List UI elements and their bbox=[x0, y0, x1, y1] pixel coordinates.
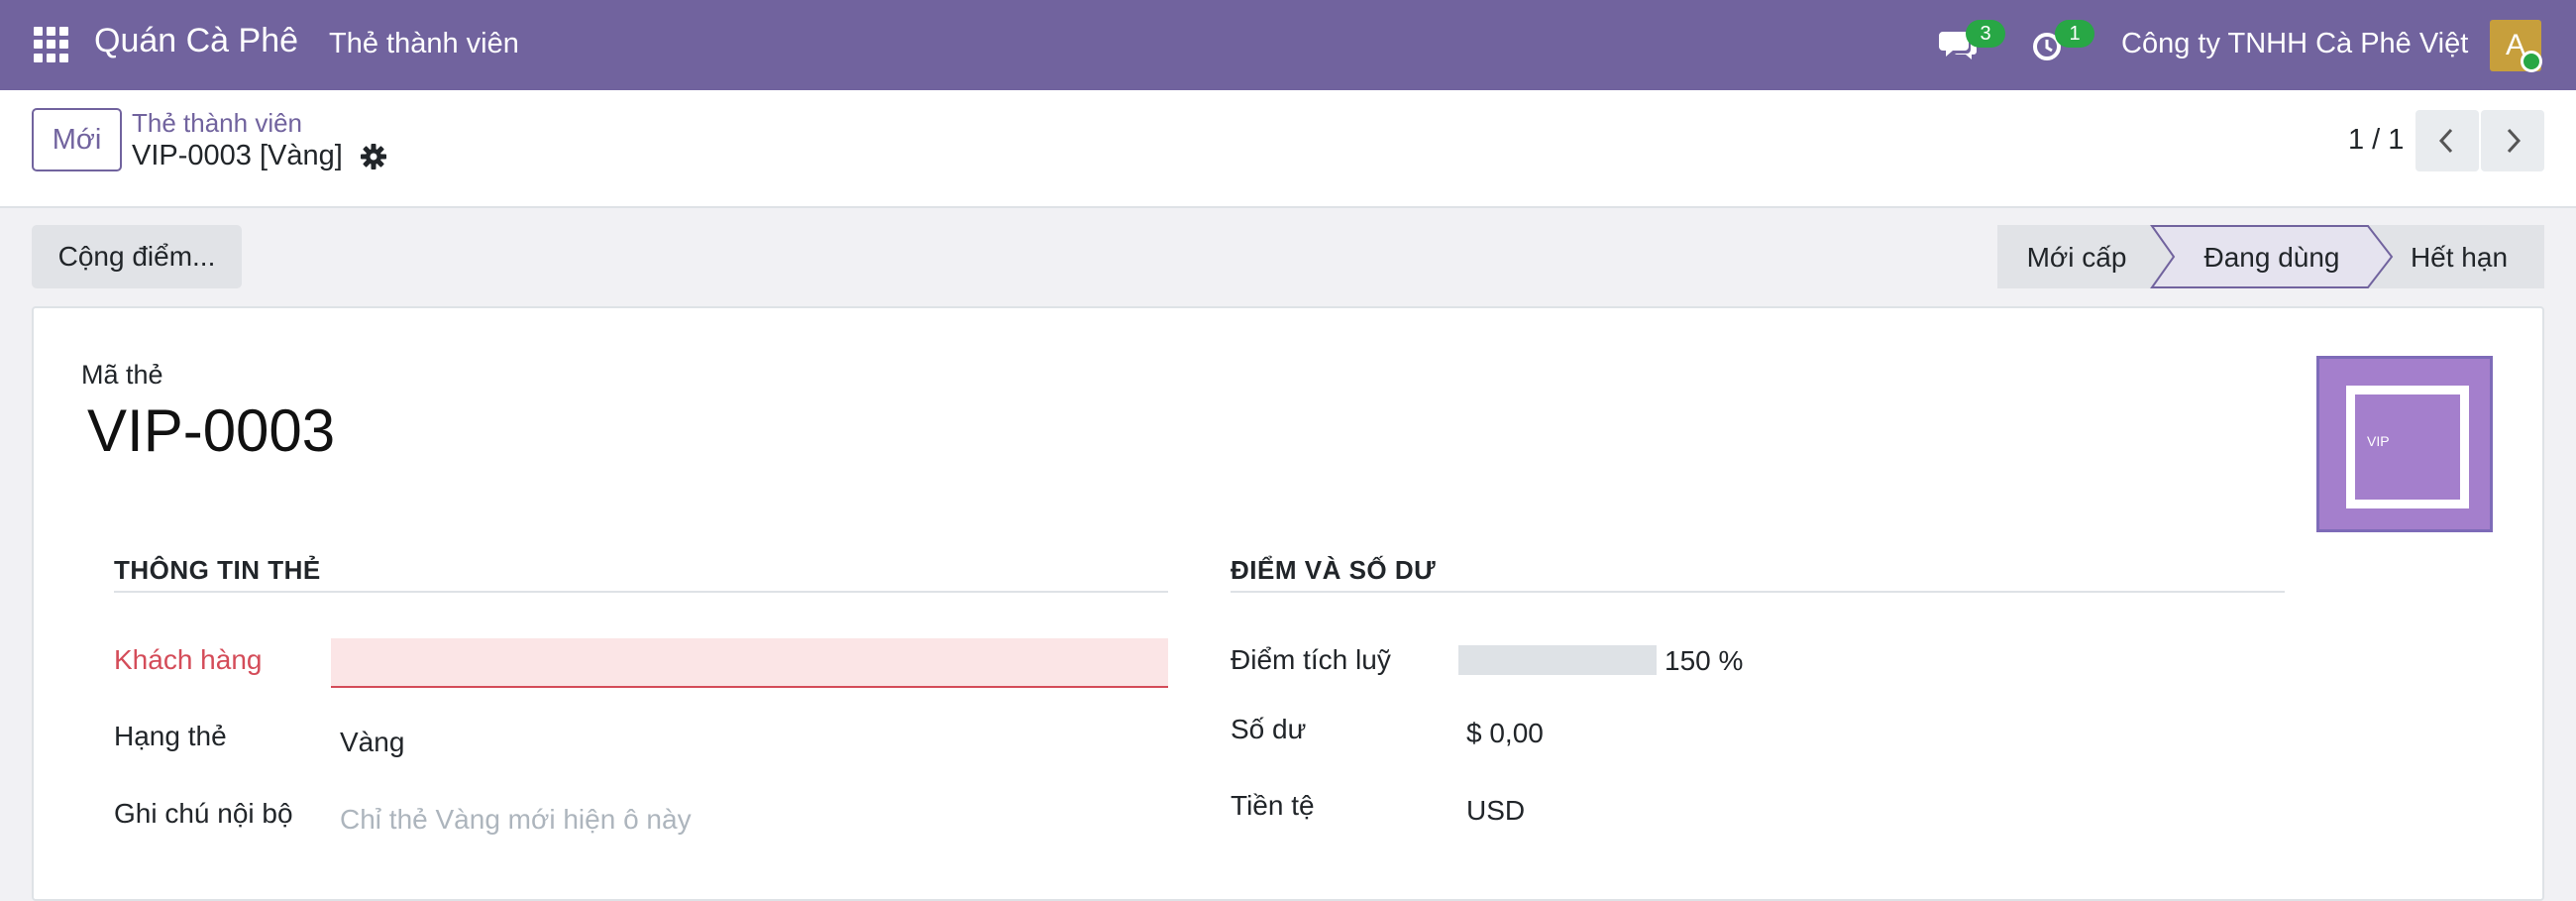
status-bar: Mới cấp Đang dùng Hết hạn bbox=[1997, 225, 2544, 288]
balance-value: $ 0,00 bbox=[1466, 718, 1544, 748]
app-brand[interactable]: Quán Cà Phê bbox=[94, 22, 298, 60]
card-image-field[interactable]: VIP bbox=[2316, 356, 2493, 532]
internal-note-input[interactable]: Chỉ thẻ Vàng mới hiện ô này bbox=[340, 804, 692, 836]
section-divider bbox=[1231, 591, 2285, 593]
top-navbar: Quán Cà Phê Thẻ thành viên 3 1 Công ty T… bbox=[0, 0, 2576, 90]
chevron-right-icon bbox=[2507, 128, 2522, 154]
menu-item-membership-cards[interactable]: Thẻ thành viên bbox=[329, 28, 519, 60]
section-title-card-info: THÔNG TIN THẺ bbox=[114, 555, 321, 585]
stage-active-label[interactable]: Đang dùng bbox=[2203, 242, 2339, 273]
customer-input[interactable] bbox=[331, 638, 1168, 688]
currency-value[interactable]: USD bbox=[1466, 795, 1525, 827]
section-divider bbox=[114, 591, 1168, 593]
company-switcher[interactable]: Công ty TNHH Cà Phê Việt bbox=[2121, 28, 2468, 60]
points-progress-bar bbox=[1458, 645, 1657, 675]
record-name-field[interactable]: VIP-0003 bbox=[87, 396, 335, 465]
gear-icon[interactable] bbox=[360, 143, 387, 170]
apps-menu-icon[interactable] bbox=[34, 27, 69, 62]
control-panel: Mới Thẻ thành viên VIP-0003 [Vàng] 1 / 1 bbox=[0, 90, 2576, 208]
section-title-points-balance: ĐIỂM VÀ SỐ DƯ bbox=[1231, 555, 1437, 585]
breadcrumb-parent-link[interactable]: Thẻ thành viên bbox=[132, 108, 302, 139]
pager-previous-button[interactable] bbox=[2415, 110, 2479, 171]
card-image-text: VIP bbox=[2367, 433, 2390, 449]
tier-select[interactable]: Vàng bbox=[340, 727, 404, 758]
stage-expired-label[interactable]: Hết hạn bbox=[2411, 242, 2508, 273]
messages-badge: 3 bbox=[1966, 20, 2005, 48]
pager-next-button[interactable] bbox=[2481, 110, 2544, 171]
add-points-button[interactable]: Cộng điểm... bbox=[32, 225, 242, 288]
internal-note-label: Ghi chú nội bộ bbox=[114, 798, 293, 829]
pager-value[interactable]: 1 / 1 bbox=[2348, 124, 2404, 157]
tier-label: Hạng thẻ bbox=[114, 721, 227, 751]
new-record-button[interactable]: Mới bbox=[32, 108, 122, 171]
chevron-left-icon bbox=[2438, 128, 2453, 154]
presence-status-dot bbox=[2521, 51, 2542, 72]
activities-badge: 1 bbox=[2055, 20, 2094, 48]
points-progress-text: 150 % bbox=[1664, 645, 1744, 676]
balance-label: Số dư bbox=[1231, 714, 1307, 744]
breadcrumb-current: VIP-0003 [Vàng] bbox=[132, 140, 343, 171]
stage-new-label[interactable]: Mới cấp bbox=[2027, 242, 2127, 273]
card-image-frame bbox=[2346, 386, 2469, 508]
name-field-caption: Mã thẻ bbox=[81, 360, 163, 390]
customer-label: Khách hàng bbox=[114, 644, 263, 675]
currency-label: Tiền tệ bbox=[1231, 790, 1315, 821]
points-label: Điểm tích luỹ bbox=[1231, 644, 1391, 675]
points-progress-fill bbox=[1458, 645, 1657, 675]
